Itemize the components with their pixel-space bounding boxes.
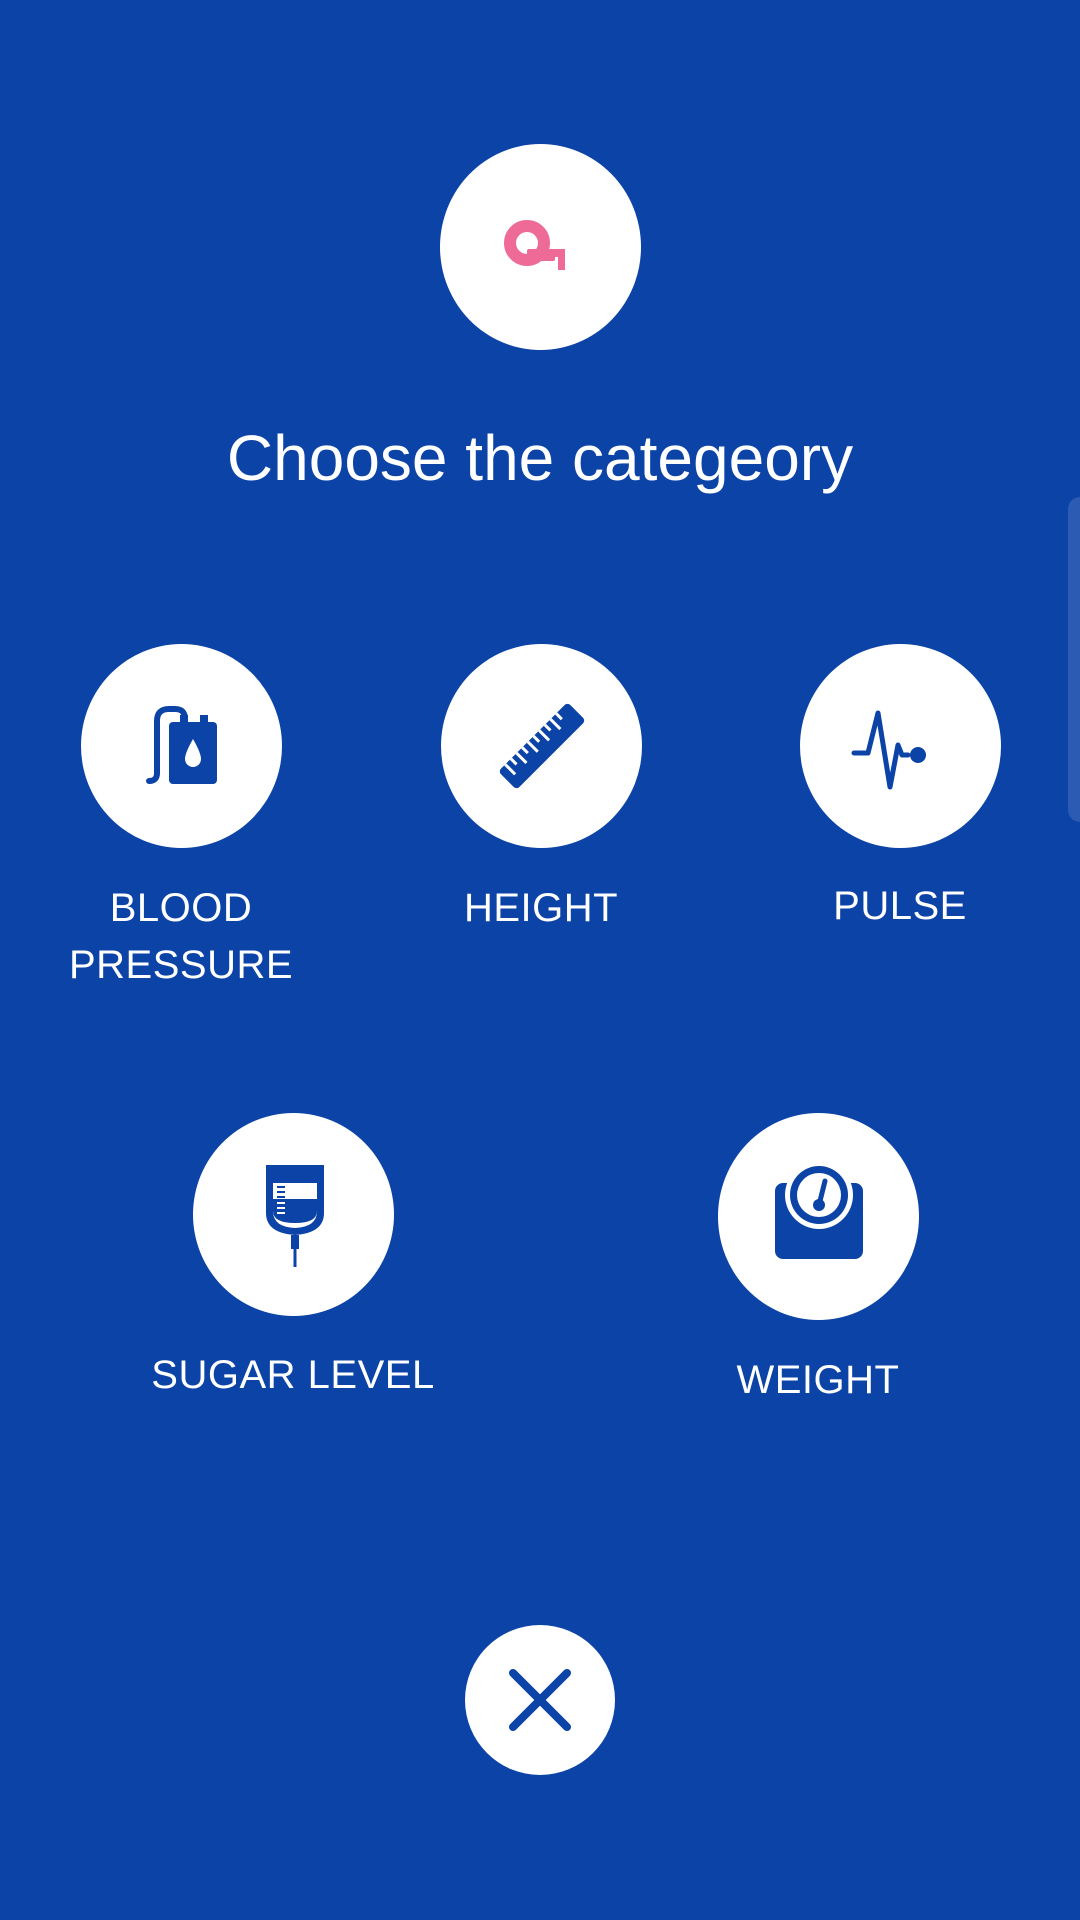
close-button[interactable] bbox=[465, 1625, 615, 1775]
close-icon bbox=[509, 1669, 571, 1731]
pulse-button[interactable] bbox=[800, 644, 1001, 848]
blood-pressure-button[interactable] bbox=[81, 644, 282, 848]
blood-pressure-icon bbox=[145, 706, 217, 784]
pulse-label: PULSE bbox=[833, 884, 967, 928]
tape-measure-icon bbox=[503, 220, 565, 270]
ruler-icon bbox=[499, 703, 584, 789]
height-label: HEIGHT bbox=[463, 886, 619, 930]
iv-bag-icon bbox=[265, 1164, 324, 1267]
category-header-badge bbox=[440, 144, 641, 350]
blood-pressure-label: BLOOD PRESSURE bbox=[68, 886, 294, 987]
sugar-level-label: SUGAR LEVEL bbox=[151, 1353, 435, 1397]
sugar-level-button[interactable] bbox=[193, 1113, 394, 1316]
edge-panel-handle[interactable] bbox=[1068, 497, 1080, 822]
pulse-icon bbox=[851, 710, 926, 790]
page-title: Choose the categeory bbox=[226, 422, 854, 494]
weight-label: WEIGHT bbox=[736, 1358, 900, 1402]
scale-icon bbox=[774, 1160, 863, 1259]
height-button[interactable] bbox=[441, 644, 642, 848]
weight-button[interactable] bbox=[718, 1113, 919, 1320]
